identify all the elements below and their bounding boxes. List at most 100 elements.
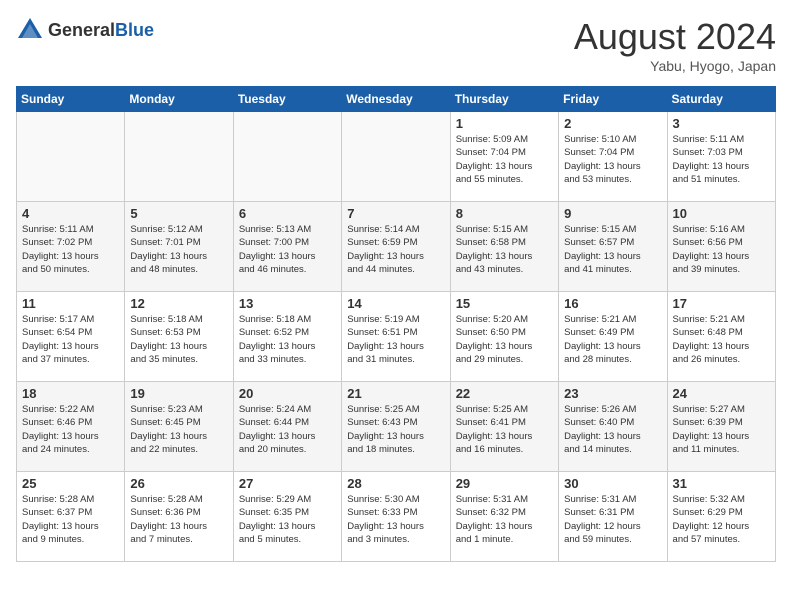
calendar-cell: 14 Sunrise: 5:19 AM Sunset: 6:51 PM Dayli… <box>342 292 450 382</box>
calendar-cell: 22 Sunrise: 5:25 AM Sunset: 6:41 PM Dayli… <box>450 382 558 472</box>
calendar-cell: 24Sunrise: 5:27 AM Sunset: 6:39 PM Dayli… <box>667 382 775 472</box>
day-info: Sunrise: 5:31 AM Sunset: 6:32 PM Dayligh… <box>456 493 553 546</box>
logo-text-general: General <box>48 20 115 40</box>
day-info: Sunrise: 5:14 AM Sunset: 6:59 PM Dayligh… <box>347 223 444 276</box>
day-info: Sunrise: 5:09 AM Sunset: 7:04 PM Dayligh… <box>456 133 553 186</box>
calendar-cell: 17 Sunrise: 5:21 AM Sunset: 6:48 PM Dayli… <box>667 292 775 382</box>
calendar-cell: 9 Sunrise: 5:15 AM Sunset: 6:57 PM Daylig… <box>559 202 667 292</box>
day-number: 5 <box>130 206 227 221</box>
calendar-cell: 21Sunrise: 5:25 AM Sunset: 6:43 PM Dayli… <box>342 382 450 472</box>
weekday-header-sunday: Sunday <box>17 87 125 112</box>
calendar-cell: 12Sunrise: 5:18 AM Sunset: 6:53 PM Dayli… <box>125 292 233 382</box>
day-number: 4 <box>22 206 119 221</box>
day-info: Sunrise: 5:18 AM Sunset: 6:52 PM Dayligh… <box>239 313 336 366</box>
day-number: 6 <box>239 206 336 221</box>
day-number: 19 <box>130 386 227 401</box>
day-info: Sunrise: 5:15 AM Sunset: 6:57 PM Dayligh… <box>564 223 661 276</box>
week-row-1: 1 Sunrise: 5:09 AM Sunset: 7:04 PM Daylig… <box>17 112 776 202</box>
day-number: 30 <box>564 476 661 491</box>
day-info: Sunrise: 5:24 AM Sunset: 6:44 PM Dayligh… <box>239 403 336 456</box>
weekday-header-tuesday: Tuesday <box>233 87 341 112</box>
week-row-5: 25 Sunrise: 5:28 AM Sunset: 6:37 PM Dayli… <box>17 472 776 562</box>
day-info: Sunrise: 5:25 AM Sunset: 6:43 PM Dayligh… <box>347 403 444 456</box>
day-number: 16 <box>564 296 661 311</box>
calendar-cell: 16 Sunrise: 5:21 AM Sunset: 6:49 PM Dayli… <box>559 292 667 382</box>
day-info: Sunrise: 5:21 AM Sunset: 6:49 PM Dayligh… <box>564 313 661 366</box>
calendar-cell: 29Sunrise: 5:31 AM Sunset: 6:32 PM Dayli… <box>450 472 558 562</box>
day-number: 8 <box>456 206 553 221</box>
weekday-header-thursday: Thursday <box>450 87 558 112</box>
day-info: Sunrise: 5:12 AM Sunset: 7:01 PM Dayligh… <box>130 223 227 276</box>
calendar-cell: 23 Sunrise: 5:26 AM Sunset: 6:40 PM Dayli… <box>559 382 667 472</box>
day-info: Sunrise: 5:13 AM Sunset: 7:00 PM Dayligh… <box>239 223 336 276</box>
week-row-2: 4 Sunrise: 5:11 AM Sunset: 7:02 PM Daylig… <box>17 202 776 292</box>
day-info: Sunrise: 5:31 AM Sunset: 6:31 PM Dayligh… <box>564 493 661 546</box>
day-number: 27 <box>239 476 336 491</box>
day-info: Sunrise: 5:22 AM Sunset: 6:46 PM Dayligh… <box>22 403 119 456</box>
logo: GeneralBlue <box>16 16 154 44</box>
day-number: 26 <box>130 476 227 491</box>
calendar-cell: 2 Sunrise: 5:10 AM Sunset: 7:04 PM Daylig… <box>559 112 667 202</box>
calendar-cell: 31 Sunrise: 5:32 AM Sunset: 6:29 PM Dayli… <box>667 472 775 562</box>
day-number: 10 <box>673 206 770 221</box>
weekday-header-monday: Monday <box>125 87 233 112</box>
day-info: Sunrise: 5:16 AM Sunset: 6:56 PM Dayligh… <box>673 223 770 276</box>
day-number: 31 <box>673 476 770 491</box>
calendar-cell: 4 Sunrise: 5:11 AM Sunset: 7:02 PM Daylig… <box>17 202 125 292</box>
day-info: Sunrise: 5:15 AM Sunset: 6:58 PM Dayligh… <box>456 223 553 276</box>
calendar-cell: 25 Sunrise: 5:28 AM Sunset: 6:37 PM Dayli… <box>17 472 125 562</box>
location: Yabu, Hyogo, Japan <box>574 58 776 74</box>
day-number: 15 <box>456 296 553 311</box>
day-info: Sunrise: 5:30 AM Sunset: 6:33 PM Dayligh… <box>347 493 444 546</box>
calendar-cell: 28Sunrise: 5:30 AM Sunset: 6:33 PM Dayli… <box>342 472 450 562</box>
calendar-cell: 8 Sunrise: 5:15 AM Sunset: 6:58 PM Daylig… <box>450 202 558 292</box>
calendar-cell: 1 Sunrise: 5:09 AM Sunset: 7:04 PM Daylig… <box>450 112 558 202</box>
logo-icon <box>16 16 44 44</box>
day-number: 23 <box>564 386 661 401</box>
calendar-cell: 3Sunrise: 5:11 AM Sunset: 7:03 PM Daylig… <box>667 112 775 202</box>
calendar-cell: 10 Sunrise: 5:16 AM Sunset: 6:56 PM Dayli… <box>667 202 775 292</box>
calendar-cell: 13Sunrise: 5:18 AM Sunset: 6:52 PM Dayli… <box>233 292 341 382</box>
day-info: Sunrise: 5:21 AM Sunset: 6:48 PM Dayligh… <box>673 313 770 366</box>
day-info: Sunrise: 5:32 AM Sunset: 6:29 PM Dayligh… <box>673 493 770 546</box>
day-number: 17 <box>673 296 770 311</box>
day-number: 14 <box>347 296 444 311</box>
day-info: Sunrise: 5:17 AM Sunset: 6:54 PM Dayligh… <box>22 313 119 366</box>
day-info: Sunrise: 5:28 AM Sunset: 6:37 PM Dayligh… <box>22 493 119 546</box>
calendar-cell <box>125 112 233 202</box>
calendar-cell <box>342 112 450 202</box>
day-number: 9 <box>564 206 661 221</box>
weekday-header-friday: Friday <box>559 87 667 112</box>
day-info: Sunrise: 5:25 AM Sunset: 6:41 PM Dayligh… <box>456 403 553 456</box>
calendar-cell: 6 Sunrise: 5:13 AM Sunset: 7:00 PM Daylig… <box>233 202 341 292</box>
calendar-cell: 5 Sunrise: 5:12 AM Sunset: 7:01 PM Daylig… <box>125 202 233 292</box>
day-number: 2 <box>564 116 661 131</box>
calendar-cell <box>233 112 341 202</box>
calendar-table: SundayMondayTuesdayWednesdayThursdayFrid… <box>16 86 776 562</box>
calendar-cell: 27 Sunrise: 5:29 AM Sunset: 6:35 PM Dayli… <box>233 472 341 562</box>
day-info: Sunrise: 5:10 AM Sunset: 7:04 PM Dayligh… <box>564 133 661 186</box>
day-info: Sunrise: 5:19 AM Sunset: 6:51 PM Dayligh… <box>347 313 444 366</box>
day-info: Sunrise: 5:11 AM Sunset: 7:02 PM Dayligh… <box>22 223 119 276</box>
month-year: August 2024 <box>574 16 776 58</box>
logo-text-blue: Blue <box>115 20 154 40</box>
day-number: 24 <box>673 386 770 401</box>
day-number: 18 <box>22 386 119 401</box>
page-header: GeneralBlue August 2024 Yabu, Hyogo, Jap… <box>16 16 776 74</box>
day-number: 20 <box>239 386 336 401</box>
day-number: 25 <box>22 476 119 491</box>
week-row-4: 18 Sunrise: 5:22 AM Sunset: 6:46 PM Dayli… <box>17 382 776 472</box>
weekday-header-row: SundayMondayTuesdayWednesdayThursdayFrid… <box>17 87 776 112</box>
weekday-header-wednesday: Wednesday <box>342 87 450 112</box>
day-info: Sunrise: 5:18 AM Sunset: 6:53 PM Dayligh… <box>130 313 227 366</box>
day-number: 22 <box>456 386 553 401</box>
calendar-cell: 15Sunrise: 5:20 AM Sunset: 6:50 PM Dayli… <box>450 292 558 382</box>
day-number: 11 <box>22 296 119 311</box>
day-info: Sunrise: 5:11 AM Sunset: 7:03 PM Dayligh… <box>673 133 770 186</box>
calendar-cell: 30 Sunrise: 5:31 AM Sunset: 6:31 PM Dayli… <box>559 472 667 562</box>
day-info: Sunrise: 5:26 AM Sunset: 6:40 PM Dayligh… <box>564 403 661 456</box>
day-number: 1 <box>456 116 553 131</box>
calendar-cell <box>17 112 125 202</box>
day-info: Sunrise: 5:29 AM Sunset: 6:35 PM Dayligh… <box>239 493 336 546</box>
weekday-header-saturday: Saturday <box>667 87 775 112</box>
